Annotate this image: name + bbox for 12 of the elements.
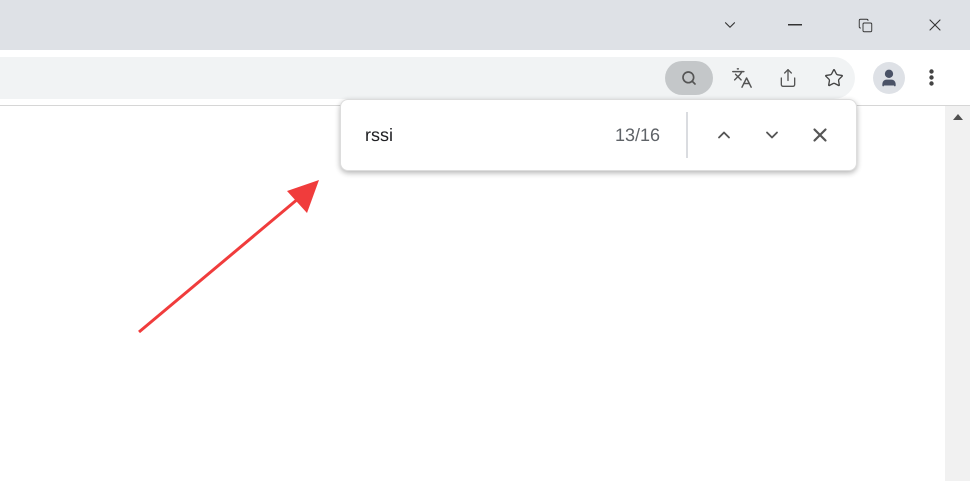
- menu-icon: [928, 69, 934, 86]
- star-icon: [824, 68, 844, 88]
- translate-icon: [731, 66, 753, 88]
- profile-button[interactable]: [873, 62, 905, 94]
- find-field[interactable]: rssi: [365, 122, 585, 148]
- search-icon: [681, 70, 697, 86]
- match-count: 13/16: [614, 124, 660, 146]
- minimize-icon: [788, 24, 802, 26]
- find-button[interactable]: [665, 60, 713, 94]
- scroll-up-icon[interactable]: [952, 114, 962, 120]
- share-icon: [778, 68, 798, 88]
- restore-icon: [858, 18, 872, 32]
